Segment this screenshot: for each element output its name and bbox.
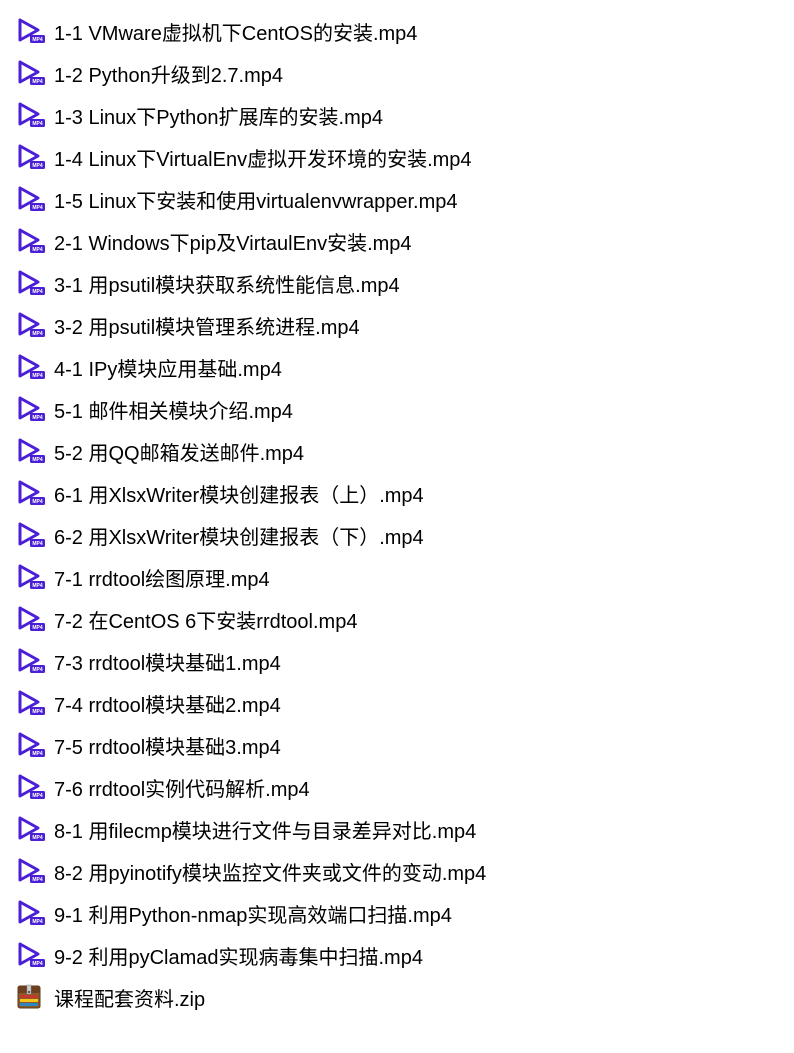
- video-mp4-icon: MP4: [16, 729, 52, 761]
- file-item[interactable]: MP4 9-2 利用pyClamad实现病毒集中扫描.mp4: [16, 934, 778, 976]
- svg-text:MP4: MP4: [32, 499, 43, 505]
- video-mp4-icon: MP4: [16, 939, 52, 971]
- video-mp4-icon: MP4: [16, 183, 52, 215]
- svg-text:MP4: MP4: [32, 289, 43, 295]
- svg-text:MP4: MP4: [32, 877, 43, 883]
- file-name-label: 7-5 rrdtool模块基础3.mp4: [52, 731, 281, 760]
- svg-text:MP4: MP4: [32, 457, 43, 463]
- video-mp4-icon: MP4: [16, 813, 52, 845]
- svg-text:MP4: MP4: [32, 121, 43, 127]
- file-name-label: 4-1 IPy模块应用基础.mp4: [52, 353, 282, 382]
- file-item[interactable]: MP4 2-1 Windows下pip及VirtaulEnv安装.mp4: [16, 220, 778, 262]
- file-item[interactable]: MP4 1-5 Linux下安装和使用virtualenvwrapper.mp4: [16, 178, 778, 220]
- video-mp4-icon: MP4: [16, 225, 52, 257]
- video-mp4-icon: MP4: [16, 687, 52, 719]
- svg-text:MP4: MP4: [32, 541, 43, 547]
- file-item[interactable]: MP4 5-2 用QQ邮箱发送邮件.mp4: [16, 430, 778, 472]
- file-item[interactable]: MP4 8-2 用pyinotify模块监控文件夹或文件的变动.mp4: [16, 850, 778, 892]
- file-item[interactable]: MP4 5-1 邮件相关模块介绍.mp4: [16, 388, 778, 430]
- svg-text:MP4: MP4: [32, 919, 43, 925]
- file-item[interactable]: MP4 7-4 rrdtool模块基础2.mp4: [16, 682, 778, 724]
- file-item[interactable]: MP4 7-3 rrdtool模块基础1.mp4: [16, 640, 778, 682]
- svg-text:MP4: MP4: [32, 667, 43, 673]
- video-mp4-icon: MP4: [16, 561, 52, 593]
- svg-text:MP4: MP4: [32, 793, 43, 799]
- svg-text:MP4: MP4: [32, 583, 43, 589]
- file-item[interactable]: MP4 6-1 用XlsxWriter模块创建报表（上）.mp4: [16, 472, 778, 514]
- file-name-label: 5-2 用QQ邮箱发送邮件.mp4: [52, 437, 304, 466]
- video-mp4-icon: MP4: [16, 435, 52, 467]
- file-item[interactable]: MP4 1-4 Linux下VirtualEnv虚拟开发环境的安装.mp4: [16, 136, 778, 178]
- svg-text:MP4: MP4: [32, 961, 43, 967]
- video-mp4-icon: MP4: [16, 855, 52, 887]
- file-item[interactable]: MP4 1-2 Python升级到2.7.mp4: [16, 52, 778, 94]
- video-mp4-icon: MP4: [16, 141, 52, 173]
- file-name-label: 1-1 VMware虚拟机下CentOS的安装.mp4: [52, 17, 417, 46]
- svg-text:MP4: MP4: [32, 625, 43, 631]
- video-mp4-icon: MP4: [16, 897, 52, 929]
- video-mp4-icon: MP4: [16, 771, 52, 803]
- file-item[interactable]: MP4 7-6 rrdtool实例代码解析.mp4: [16, 766, 778, 808]
- video-mp4-icon: MP4: [16, 351, 52, 383]
- file-item[interactable]: MP4 1-1 VMware虚拟机下CentOS的安装.mp4: [16, 10, 778, 52]
- file-name-label: 8-1 用filecmp模块进行文件与目录差异对比.mp4: [52, 815, 476, 844]
- file-item[interactable]: MP4 6-2 用XlsxWriter模块创建报表（下）.mp4: [16, 514, 778, 556]
- file-name-label: 6-2 用XlsxWriter模块创建报表（下）.mp4: [52, 521, 424, 550]
- file-name-label: 6-1 用XlsxWriter模块创建报表（上）.mp4: [52, 479, 424, 508]
- file-list: MP4 1-1 VMware虚拟机下CentOS的安装.mp4 MP4 1-2 …: [16, 10, 778, 1018]
- file-item[interactable]: MP4 9-1 利用Python-nmap实现高效端口扫描.mp4: [16, 892, 778, 934]
- file-name-label: 7-6 rrdtool实例代码解析.mp4: [52, 773, 310, 802]
- file-item[interactable]: 课程配套资料.zip: [16, 976, 778, 1018]
- file-name-label: 1-2 Python升级到2.7.mp4: [52, 59, 283, 88]
- video-mp4-icon: MP4: [16, 267, 52, 299]
- video-mp4-icon: MP4: [16, 519, 52, 551]
- video-mp4-icon: MP4: [16, 645, 52, 677]
- file-name-label: 9-2 利用pyClamad实现病毒集中扫描.mp4: [52, 941, 423, 970]
- file-name-label: 3-1 用psutil模块获取系统性能信息.mp4: [52, 269, 400, 298]
- video-mp4-icon: MP4: [16, 603, 52, 635]
- svg-text:MP4: MP4: [32, 79, 43, 85]
- file-name-label: 7-4 rrdtool模块基础2.mp4: [52, 689, 281, 718]
- video-mp4-icon: MP4: [16, 57, 52, 89]
- svg-text:MP4: MP4: [32, 205, 43, 211]
- file-item[interactable]: MP4 7-5 rrdtool模块基础3.mp4: [16, 724, 778, 766]
- file-name-label: 7-2 在CentOS 6下安装rrdtool.mp4: [52, 605, 357, 634]
- svg-text:MP4: MP4: [32, 331, 43, 337]
- file-name-label: 7-3 rrdtool模块基础1.mp4: [52, 647, 281, 676]
- video-mp4-icon: MP4: [16, 309, 52, 341]
- file-item[interactable]: MP4 7-2 在CentOS 6下安装rrdtool.mp4: [16, 598, 778, 640]
- file-name-label: 1-5 Linux下安装和使用virtualenvwrapper.mp4: [52, 185, 458, 214]
- file-item[interactable]: MP4 8-1 用filecmp模块进行文件与目录差异对比.mp4: [16, 808, 778, 850]
- svg-text:MP4: MP4: [32, 163, 43, 169]
- svg-text:MP4: MP4: [32, 415, 43, 421]
- file-name-label: 9-1 利用Python-nmap实现高效端口扫描.mp4: [52, 899, 452, 928]
- svg-text:MP4: MP4: [32, 373, 43, 379]
- file-name-label: 2-1 Windows下pip及VirtaulEnv安装.mp4: [52, 227, 412, 256]
- svg-text:MP4: MP4: [32, 751, 43, 757]
- svg-text:MP4: MP4: [32, 247, 43, 253]
- file-item[interactable]: MP4 1-3 Linux下Python扩展库的安装.mp4: [16, 94, 778, 136]
- archive-zip-icon: [16, 981, 52, 1013]
- file-item[interactable]: MP4 4-1 IPy模块应用基础.mp4: [16, 346, 778, 388]
- file-name-label: 8-2 用pyinotify模块监控文件夹或文件的变动.mp4: [52, 857, 486, 886]
- svg-text:MP4: MP4: [32, 709, 43, 715]
- video-mp4-icon: MP4: [16, 477, 52, 509]
- file-name-label: 课程配套资料.zip: [52, 983, 205, 1012]
- file-item[interactable]: MP4 7-1 rrdtool绘图原理.mp4: [16, 556, 778, 598]
- video-mp4-icon: MP4: [16, 99, 52, 131]
- video-mp4-icon: MP4: [16, 15, 52, 47]
- file-name-label: 5-1 邮件相关模块介绍.mp4: [52, 395, 293, 424]
- video-mp4-icon: MP4: [16, 393, 52, 425]
- file-item[interactable]: MP4 3-1 用psutil模块获取系统性能信息.mp4: [16, 262, 778, 304]
- file-name-label: 1-4 Linux下VirtualEnv虚拟开发环境的安装.mp4: [52, 143, 472, 172]
- svg-text:MP4: MP4: [32, 835, 43, 841]
- file-name-label: 1-3 Linux下Python扩展库的安装.mp4: [52, 101, 383, 130]
- svg-text:MP4: MP4: [32, 37, 43, 43]
- file-item[interactable]: MP4 3-2 用psutil模块管理系统进程.mp4: [16, 304, 778, 346]
- file-name-label: 3-2 用psutil模块管理系统进程.mp4: [52, 311, 360, 340]
- file-name-label: 7-1 rrdtool绘图原理.mp4: [52, 563, 270, 592]
